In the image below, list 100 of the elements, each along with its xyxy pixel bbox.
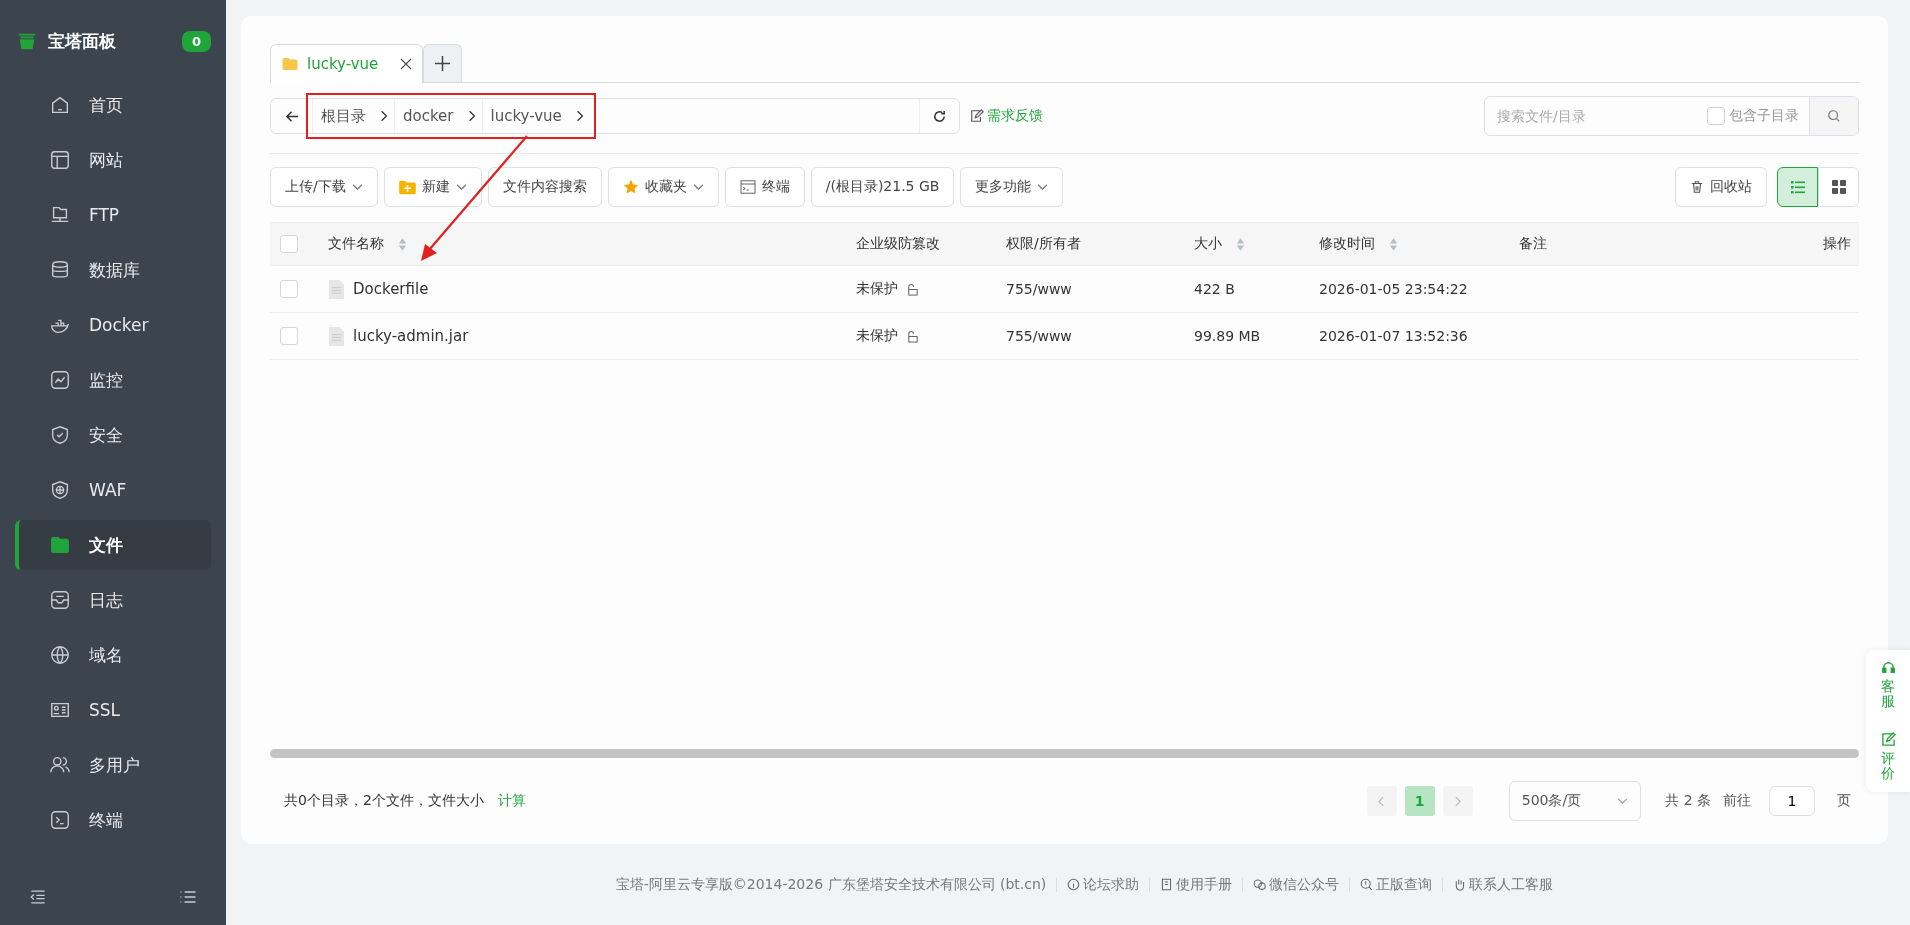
search-icon [1360,878,1374,891]
chevron-right-icon[interactable] [467,109,476,123]
sidebar-item[interactable]: Docker [15,300,211,350]
terminal-icon [49,809,71,831]
file-icon [328,325,345,347]
toolbar-button[interactable]: 文件内容搜索 [487,167,602,207]
sidebar-item[interactable]: 域名 [15,630,211,680]
file-name[interactable]: Dockerfile [353,280,429,298]
close-icon[interactable] [400,58,413,70]
file-name[interactable]: lucky-admin.jar [353,327,469,345]
toolbar-button[interactable]: /(根目录)21.5 GB [810,167,955,207]
chart-icon [49,369,71,391]
column-header: 企业级防篡改 [856,235,940,253]
chevron-left-icon [1378,795,1386,807]
sidebar-item[interactable]: WAF [15,465,211,515]
row-checkbox[interactable] [280,327,298,345]
table-cell: 2026-01-05 23:54:22 [1319,281,1468,297]
sidebar-item[interactable]: 终端 [15,795,211,845]
footer-link[interactable]: 论坛求助 [1067,875,1140,894]
sidebar-item[interactable]: 数据库 [15,245,211,295]
caret-icon [351,183,363,191]
search-icon [1827,109,1841,123]
table-cell: 99.89 MB [1194,328,1261,344]
page-input[interactable]: 1 [1769,786,1815,816]
sidebar-item[interactable]: 文件 [15,520,211,570]
sort-icon[interactable] [398,236,407,252]
edit-icon [970,109,984,123]
sidebar-item[interactable]: FTP [15,190,211,240]
book-icon [1160,878,1174,891]
database-icon [49,259,71,281]
sidebar-item[interactable]: 首页 [15,80,211,130]
sidebar-item[interactable]: 日志 [15,575,211,625]
browser-window-icon [49,149,71,171]
copyright-text: 宝塔-阿里云专享版©2014-2026 广东堡塔安全技术有限公司 (bt.cn) [615,875,1047,894]
sidebar-item[interactable]: 多用户 [15,740,211,790]
toolbar-button[interactable]: 收藏夹 [607,167,719,207]
toolbar-button[interactable]: 新建 [383,167,482,207]
sidebar-item[interactable]: 安全 [15,410,211,460]
toolbar-button[interactable]: 终端 [724,167,805,207]
help-icon [1067,878,1081,891]
footer-link[interactable]: 微信公众号 [1253,875,1340,894]
footer-link[interactable]: 正版查询 [1360,875,1433,894]
folder-icon [49,534,71,556]
new-folder-icon [398,179,416,195]
folder-icon [281,55,299,73]
summary-text: 共0个目录，2个文件，文件大小 [284,792,484,810]
breadcrumb-item[interactable]: 根目录 [312,99,374,133]
column-header: 大小 [1194,235,1222,253]
column-header: 修改时间 [1319,235,1375,253]
shield-icon [49,424,71,446]
recycle-bin-button[interactable]: 回收站 [1675,167,1767,207]
goto-label: 前往 [1723,792,1751,810]
sort-icon[interactable] [1389,236,1398,252]
hand-icon [1453,878,1467,891]
grid-view-button[interactable] [1818,167,1859,207]
sidebar-item[interactable]: 网站 [15,135,211,185]
page-size-select[interactable]: 500条/页 [1508,781,1642,821]
sort-icon[interactable] [1236,236,1245,252]
trash-icon [1690,180,1704,194]
inbox-icon [49,589,71,611]
caret-icon [1037,183,1049,191]
caret-icon [1617,797,1629,805]
horizontal-scrollbar[interactable] [270,749,1859,758]
plus-icon [435,56,451,71]
chevron-right-icon[interactable] [380,109,388,123]
breadcrumb-item[interactable]: lucky-vue [481,99,570,133]
unlock-icon[interactable] [906,282,919,296]
table-cell: 755/www [1006,281,1072,297]
grid-icon [1830,179,1847,195]
shield-globe-icon [49,479,71,501]
add-tab-button[interactable] [423,44,463,82]
column-header: 操作 [1823,235,1851,253]
globe-icon [49,644,71,666]
select-all-checkbox[interactable] [280,235,298,253]
page-unit: 页 [1837,792,1851,810]
breadcrumb-item[interactable]: docker [394,99,462,133]
list-icon [1789,179,1806,195]
total-count: 共 2 条 [1665,792,1711,810]
footer-link[interactable]: 联系人工客服 [1453,875,1554,894]
chevron-right-icon[interactable] [575,109,584,123]
terminal-icon [739,180,756,194]
table-cell: 2026-01-07 13:52:36 [1319,328,1468,344]
sidebar-item[interactable]: SSL [15,685,211,735]
table-cell: 422 B [1194,281,1235,297]
toolbar-button[interactable]: 上传/下载 [270,167,378,207]
file-icon [328,278,345,300]
refresh-icon[interactable] [932,108,947,124]
edit-icon [1880,731,1896,747]
footer-link[interactable]: 使用手册 [1160,875,1233,894]
home-icon [49,94,71,116]
row-checkbox[interactable] [280,280,298,298]
table-cell: 755/www [1006,328,1072,344]
sidebar-item[interactable]: 监控 [15,355,211,405]
search-button[interactable] [1809,97,1858,135]
star-icon [622,179,639,195]
column-header: 权限/所有者 [1006,235,1081,253]
unlock-icon[interactable] [906,329,919,343]
caret-icon [692,183,704,191]
protection-status: 未保护 [856,280,898,298]
toolbar-button[interactable]: 更多功能 [960,167,1064,207]
